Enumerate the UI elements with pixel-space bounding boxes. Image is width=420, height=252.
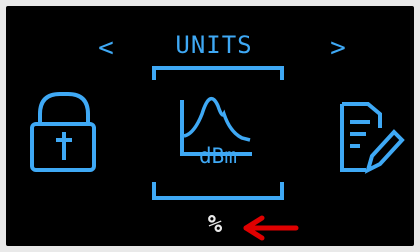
oled-screen: < UNITS > dBm %: [6, 6, 414, 246]
clipboard-edit-icon[interactable]: [340, 102, 405, 174]
menu-title: UNITS: [175, 31, 253, 59]
nav-prev-button[interactable]: <: [94, 35, 118, 61]
selection-frame-bottom: [152, 182, 284, 200]
dbm-label: dBm: [199, 144, 237, 168]
selection-frame-top: [152, 66, 284, 80]
nav-next-button[interactable]: >: [326, 35, 350, 61]
padlock-icon[interactable]: [30, 92, 96, 172]
arrow-left-icon: [243, 215, 299, 241]
selected-unit-value: %: [207, 210, 223, 238]
